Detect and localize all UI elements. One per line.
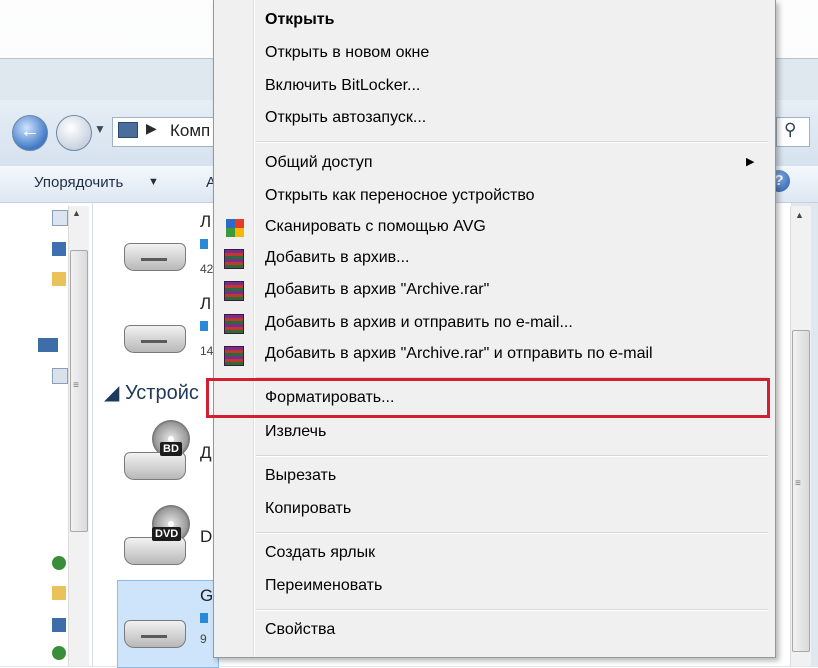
- address-text[interactable]: Комп: [170, 121, 210, 141]
- scroll-grip-icon: ≡: [795, 478, 801, 489]
- dvd-drive-icon[interactable]: [124, 537, 186, 565]
- drive-usage-bar: [200, 613, 208, 623]
- drive-name[interactable]: Л: [200, 294, 211, 314]
- drive-usage-bar: [200, 239, 208, 249]
- scroll-grip-icon: ≡: [73, 380, 79, 391]
- nav-monitor-icon[interactable]: [52, 242, 66, 256]
- nav-network-icon[interactable]: [52, 646, 66, 660]
- hard-drive-icon[interactable]: [124, 243, 186, 271]
- submenu-arrow-icon: ▶: [746, 156, 755, 168]
- menu-item-eject[interactable]: Извлечь: [265, 423, 326, 441]
- menu-item-add-archive[interactable]: Добавить в архив...: [265, 249, 410, 267]
- drive-info: 42: [200, 262, 214, 276]
- winrar-icon: [224, 281, 244, 301]
- nav-folder-icon[interactable]: [52, 586, 66, 600]
- menu-item-cut[interactable]: Вырезать: [265, 467, 336, 485]
- drive-slot: [141, 340, 167, 343]
- menu-item-create-shortcut[interactable]: Создать ярлык: [265, 544, 375, 562]
- menu-separator: [256, 141, 768, 143]
- drive-info: 9: [200, 632, 207, 646]
- menu-separator: [256, 455, 768, 457]
- nav-network-icon[interactable]: [52, 556, 66, 570]
- drive-info: 14: [200, 344, 214, 358]
- breadcrumb-chevron-icon[interactable]: ▶: [146, 120, 157, 137]
- avg-icon: [226, 219, 244, 237]
- history-dropdown-icon[interactable]: ▼: [94, 122, 106, 136]
- menu-item-open-portable[interactable]: Открыть как переносное устройство: [265, 187, 535, 205]
- content-scrollbar-thumb[interactable]: [792, 330, 810, 652]
- removable-drive-icon[interactable]: [124, 620, 186, 648]
- nav-scrollbar-thumb[interactable]: [70, 250, 88, 532]
- nav-folder-icon[interactable]: [52, 272, 66, 286]
- scroll-up-icon[interactable]: ▲: [795, 210, 804, 220]
- back-arrow-icon: ←: [20, 120, 40, 142]
- winrar-icon: [224, 314, 244, 334]
- nav-drive-icon[interactable]: [52, 368, 68, 384]
- drive-usage-bar: [200, 321, 208, 331]
- format-highlight-box: [206, 378, 770, 418]
- menu-item-copy[interactable]: Копировать: [265, 500, 351, 518]
- drive-slot: [141, 635, 167, 638]
- nav-document-icon[interactable]: [52, 210, 68, 226]
- menu-item-scan-avg[interactable]: Сканировать с помощью AVG: [265, 218, 486, 236]
- hard-drive-icon[interactable]: [124, 325, 186, 353]
- menu-item-rename[interactable]: Переименовать: [265, 577, 382, 595]
- back-button[interactable]: ←: [12, 115, 48, 151]
- bd-drive-icon[interactable]: [124, 452, 186, 480]
- drive-name[interactable]: G: [200, 586, 213, 606]
- menu-item-sharing[interactable]: Общий доступ: [265, 154, 373, 172]
- drive-name[interactable]: D: [200, 527, 212, 547]
- menu-item-autoplay[interactable]: Открыть автозапуск...: [265, 109, 426, 127]
- bd-badge: BD: [160, 442, 182, 456]
- menu-separator: [256, 532, 768, 534]
- menu-item-add-archive-rar-email[interactable]: Добавить в архив "Archive.rar" и отправи…: [265, 345, 653, 363]
- drive-slot: [141, 258, 167, 261]
- menu-item-properties[interactable]: Свойства: [265, 621, 335, 639]
- organize-button[interactable]: Упорядочить: [34, 174, 123, 191]
- menu-item-bitlocker[interactable]: Включить BitLocker...: [265, 77, 420, 95]
- menu-item-open-new-window[interactable]: Открыть в новом окне: [265, 44, 429, 62]
- computer-icon: [118, 122, 138, 138]
- menu-item-add-archive-email[interactable]: Добавить в архив и отправить по e-mail..…: [265, 314, 573, 332]
- drive-name[interactable]: Д: [200, 443, 212, 463]
- scroll-up-icon[interactable]: ▲: [72, 208, 81, 218]
- dvd-badge: DVD: [152, 527, 182, 541]
- devices-section-header[interactable]: ◢ Устройс: [104, 380, 199, 405]
- drive-name[interactable]: Л: [200, 212, 211, 232]
- forward-button[interactable]: [56, 115, 92, 151]
- organize-dropdown-icon[interactable]: ▼: [148, 176, 159, 188]
- menu-item-open[interactable]: Открыть: [265, 11, 334, 29]
- menu-item-add-archive-rar[interactable]: Добавить в архив "Archive.rar": [265, 281, 489, 299]
- nav-computer-icon[interactable]: [38, 338, 58, 352]
- search-icon[interactable]: ⚲: [784, 120, 796, 140]
- menu-icon-column-divider: [253, 0, 255, 657]
- winrar-icon: [224, 249, 244, 269]
- nav-computer-icon[interactable]: [52, 618, 66, 632]
- menu-separator: [256, 609, 768, 611]
- winrar-icon: [224, 346, 244, 366]
